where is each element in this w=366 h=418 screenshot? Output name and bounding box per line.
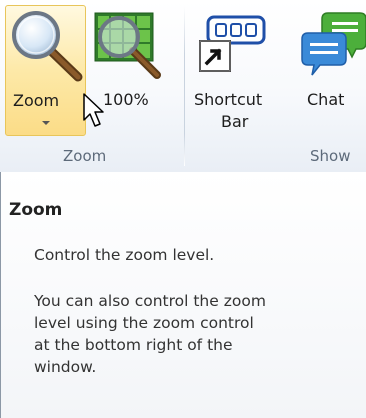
hundred-percent-label: 100% — [103, 90, 149, 109]
tooltip-title: Zoom — [9, 200, 63, 220]
zoom-button[interactable]: Zoom — [5, 5, 86, 136]
group-separator — [184, 6, 185, 166]
magnifier-grid-icon — [94, 12, 161, 79]
tooltip-detail-line: You can also control the zoom — [34, 292, 266, 310]
shortcut-bar-label-1: Shortcut — [194, 90, 263, 109]
chat-button[interactable]: Chat — [298, 5, 366, 136]
group-label-zoom: Zoom — [63, 147, 107, 165]
tooltip-detail-line: level using the zoom control — [34, 314, 254, 332]
group-label-show: Show — [310, 147, 351, 165]
shortcut-bar-button[interactable]: Shortcut Bar — [190, 5, 284, 136]
tooltip-detail-line: at the bottom right of the — [34, 336, 233, 354]
zoom-button-label: Zoom — [13, 91, 60, 110]
ribbon: Zoom 100% Shortcut Bar Chat Zoom Show — [0, 0, 366, 173]
shortcut-bar-icon — [199, 15, 266, 72]
chevron-down-icon — [42, 121, 50, 125]
magnifier-icon — [12, 11, 83, 82]
tooltip-detail-line: window. — [34, 358, 97, 376]
shortcut-bar-label-2: Bar — [221, 112, 249, 131]
hundred-percent-button[interactable]: 100% — [89, 5, 170, 136]
chat-label: Chat — [307, 90, 345, 109]
chat-bubble-icon — [301, 12, 366, 76]
tooltip-description: Control the zoom level. — [34, 246, 215, 264]
tooltip: Zoom Control the zoom level. You can als… — [0, 172, 366, 418]
